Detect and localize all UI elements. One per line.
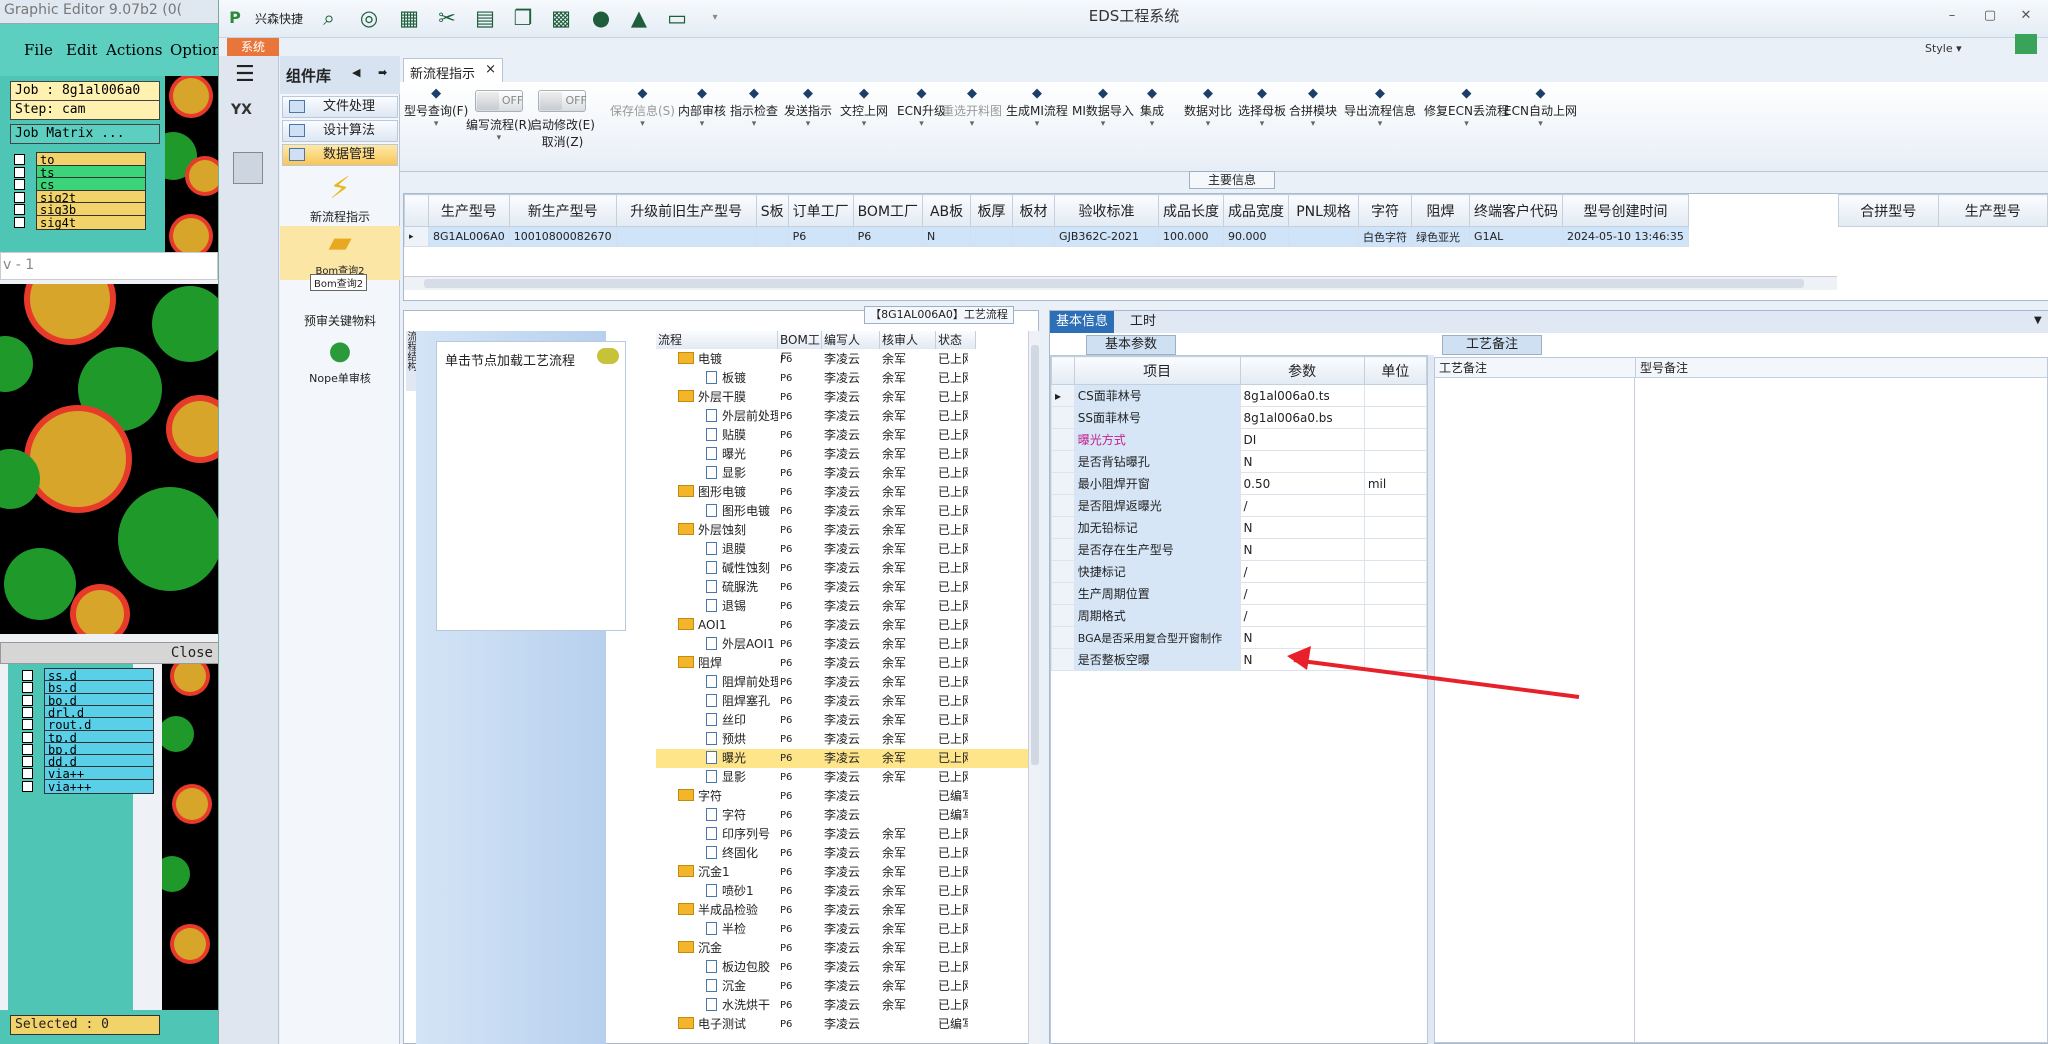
graphic-editor-title: Graphic Editor 9.07b2 (0( [0, 0, 222, 24]
pcb-canvas[interactable] [0, 284, 218, 634]
arrow-head [1287, 646, 1311, 670]
job-matrix-button[interactable]: Job Matrix ... [10, 124, 160, 144]
annotation-arrow [1287, 646, 1580, 699]
step-field: Step: cam [10, 100, 160, 120]
layer-checkbox[interactable] [22, 768, 33, 780]
layer-checkbox[interactable] [22, 756, 33, 768]
layer-name: sig4t [36, 214, 146, 230]
close-button[interactable]: Close [0, 642, 222, 664]
pcb-strip-bottom [162, 664, 218, 1010]
graphic-editor-title-text: Graphic Editor 9.07b2 (0( [4, 2, 183, 18]
graphic-editor-layer-panel: ss.d bs.d bo.d drl.d rout.d tp.d bp.d dd.d via++… [8, 664, 154, 1010]
layer-checkbox[interactable] [22, 706, 33, 718]
menu-file[interactable]: File [24, 41, 53, 59]
job-field: Job : 8g1al006a0 [10, 81, 160, 101]
layer-checkbox[interactable] [22, 743, 33, 755]
layer-checkbox[interactable] [22, 731, 33, 743]
layer-checkbox[interactable] [22, 780, 33, 792]
menu-edit[interactable]: Edit [66, 41, 97, 59]
eds-window: P 兴森快捷 ⌕ ◎ ▦ ✂ ▤ ❐ ▩ ● ▲ ▭ ▾ EDS工程系统 – ▢… [218, 0, 2048, 1044]
layer-checkbox[interactable] [14, 179, 25, 190]
floating-window-fragment: v - 1 [0, 252, 218, 280]
layer-checkbox[interactable] [14, 204, 25, 215]
layer-checkbox[interactable] [22, 694, 33, 706]
layer-checkbox[interactable] [14, 191, 25, 203]
layer-name: via+++ [44, 778, 154, 794]
pcb-strip-top [165, 76, 218, 266]
layer-checkbox[interactable] [14, 154, 25, 165]
graphic-editor-menubar: File Edit Actions Options [0, 24, 229, 76]
layer-checkbox[interactable] [22, 682, 33, 694]
layer-checkbox[interactable] [14, 166, 25, 178]
graphic-editor-job-panel: Job : 8g1al006a0 Step: cam Job Matrix ..… [0, 76, 165, 266]
menu-actions[interactable]: Actions [106, 41, 162, 59]
layer-checkbox[interactable] [22, 719, 33, 731]
window-fragment-text: v - 1 [3, 257, 35, 273]
arrow-shaft [1293, 658, 1580, 699]
layer-checkbox[interactable] [22, 670, 33, 681]
selected-count: Selected : 0 [10, 1015, 160, 1035]
layer-checkbox[interactable] [14, 216, 25, 228]
